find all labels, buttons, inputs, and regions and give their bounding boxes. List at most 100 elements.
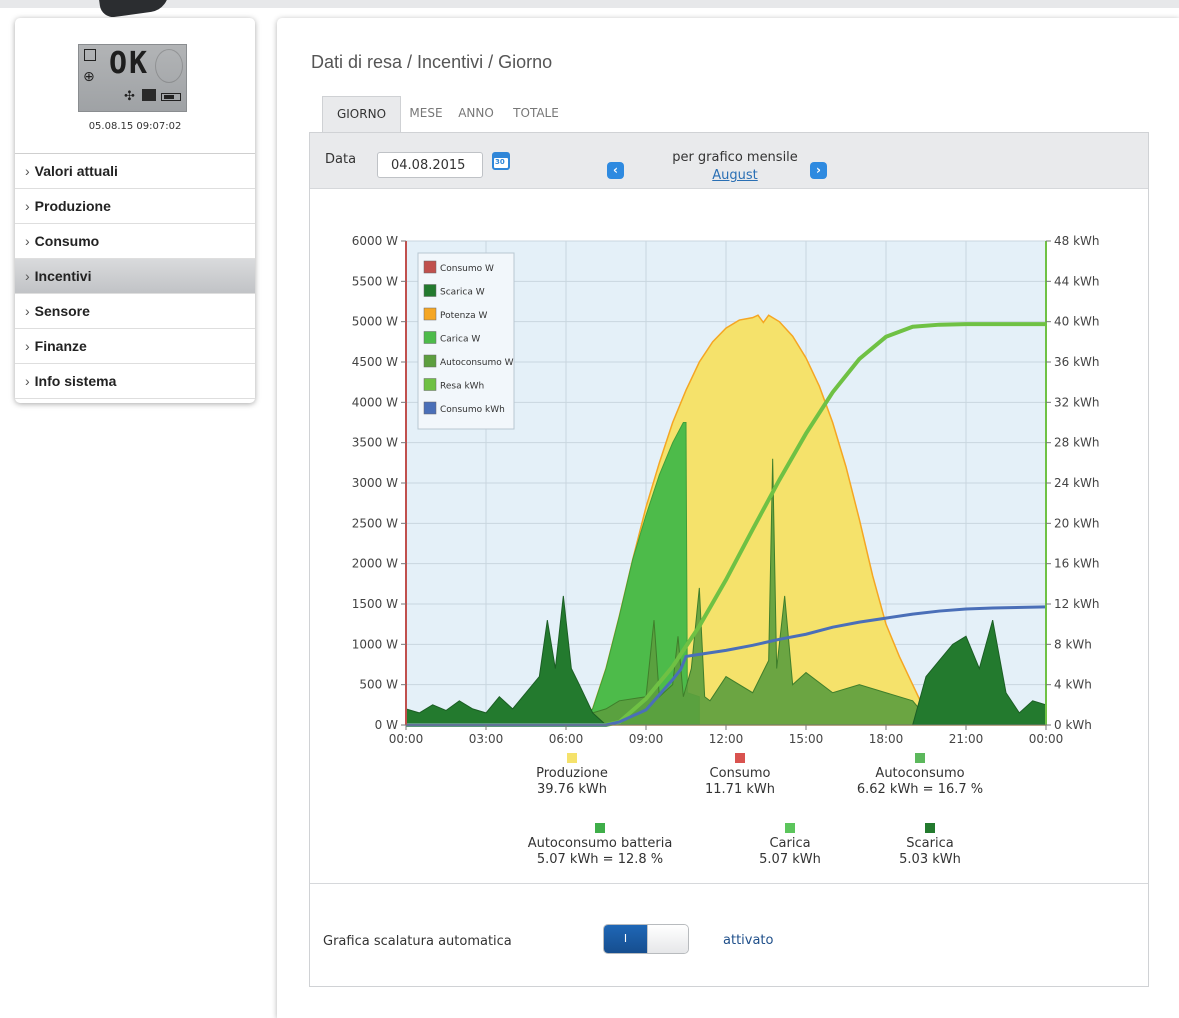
summary-swatch (567, 753, 577, 763)
y-left-tick-label: 5000 W (352, 315, 398, 329)
y-left-tick-label: 0 W (375, 718, 398, 732)
summary-label: Scarica (906, 836, 954, 851)
chart-legend-label: Autoconsumo W (440, 358, 514, 368)
month-link[interactable]: August (630, 168, 840, 183)
tab-mese[interactable]: MESE (401, 96, 451, 133)
monthly-chart-label: per grafico mensile (672, 150, 798, 165)
sidebar-menu: › Valori attuali › Produzione › Consumo › Incen… (15, 154, 255, 399)
y-right-tick-label: 12 kWh (1054, 597, 1100, 611)
chart-legend-swatch (423, 284, 437, 297)
summary-label: Consumo (709, 766, 771, 781)
chart-legend-swatch (423, 354, 437, 368)
sidebar-item-produzione[interactable]: › Produzione (15, 189, 255, 224)
autoscale-bar: Grafica scalatura automatica I attivato (310, 883, 1148, 986)
chevron-right-icon: › (25, 233, 30, 249)
sidebar-item-label: Sensore (34, 303, 90, 319)
summary-swatch (925, 823, 935, 833)
y-left-tick-label: 1000 W (352, 637, 398, 651)
y-right-tick-label: 28 kWh (1054, 436, 1100, 450)
device-photo-corner (98, 0, 172, 19)
chart-panel: Data 04.08.2015 ‹ per grafico mensile Au… (309, 132, 1149, 987)
y-left-tick-label: 1500 W (352, 597, 398, 611)
chart-legend-swatch (423, 260, 437, 274)
tab-anno[interactable]: ANNO (451, 96, 501, 133)
x-tick-label: 03:00 (469, 732, 504, 746)
chart-legend-swatch (423, 307, 437, 321)
lcd-clock-icon (155, 49, 183, 83)
sidebar-item-valori-attuali[interactable]: › Valori attuali (15, 154, 255, 189)
y-right-tick-label: 4 kWh (1054, 678, 1092, 692)
page-title: Dati di resa / Incentivi / Giorno (311, 52, 553, 72)
chevron-right-icon: › (25, 198, 30, 214)
x-tick-label: 15:00 (789, 732, 824, 746)
summary-label: Autoconsumo (875, 766, 965, 781)
chevron-right-icon: › (25, 163, 30, 179)
lcd-module-icon (142, 89, 156, 101)
sidebar-item-finanze[interactable]: › Finanze (15, 329, 255, 364)
fan-icon: ✣ (124, 89, 135, 104)
y-right-tick-label: 0 kWh (1054, 718, 1092, 732)
summary-swatch (785, 823, 795, 833)
summary-value: 5.03 kWh (899, 852, 961, 867)
sidebar-item-label: Info sistema (34, 373, 117, 389)
y-right-tick-label: 16 kWh (1054, 557, 1100, 571)
chevron-right-icon: › (25, 303, 30, 319)
date-input[interactable]: 04.08.2015 (377, 152, 483, 178)
x-tick-label: 21:00 (949, 732, 984, 746)
tab-totale[interactable]: TOTALE (501, 96, 571, 133)
lcd-chart-icon (84, 49, 96, 61)
sidebar: ⊕ OK ✣ 05.08.15 09:07:02 › Valori attuali… (15, 18, 255, 403)
main-content: Dati di resa / Incentivi / Giorno GIORNO… (277, 18, 1179, 1018)
y-right-tick-label: 36 kWh (1054, 355, 1100, 369)
chevron-right-icon: › (25, 338, 30, 354)
sidebar-item-sensore[interactable]: › Sensore (15, 294, 255, 329)
chart-legend-label: Resa kWh (440, 382, 484, 392)
summary-value: 5.07 kWh = 12.8 % (536, 852, 664, 867)
device-lcd: ⊕ OK ✣ (78, 44, 187, 112)
sidebar-item-label: Consumo (34, 233, 100, 249)
sidebar-item-label: Finanze (34, 338, 87, 354)
battery-icon (161, 93, 181, 101)
y-right-tick-label: 32 kWh (1054, 395, 1100, 409)
summary-label: Produzione (536, 766, 608, 781)
device-timestamp: 05.08.15 09:07:02 (88, 121, 182, 132)
filter-bar: Data 04.08.2015 ‹ per grafico mensile Au… (310, 133, 1148, 189)
summary-item: Scarica 5.03 kWh (840, 823, 1020, 868)
y-left-tick-label: 6000 W (352, 234, 398, 248)
y-left-tick-label: 5500 W (352, 274, 398, 288)
chart-legend-label: Consumo W (440, 264, 494, 274)
tab-giorno[interactable]: GIORNO (322, 96, 401, 133)
y-left-tick-label: 500 W (359, 678, 398, 692)
x-tick-label: 00:00 (1029, 732, 1064, 746)
chevron-right-icon[interactable]: › (810, 162, 827, 179)
y-left-tick-label: 3500 W (352, 436, 398, 450)
y-right-tick-label: 24 kWh (1054, 476, 1100, 490)
sidebar-item-consumo[interactable]: › Consumo (15, 224, 255, 259)
summary-item: Autoconsumo batteria 5.07 kWh = 12.8 % (510, 823, 690, 868)
sidebar-item-info-sistema[interactable]: › Info sistema (15, 364, 255, 399)
x-tick-label: 12:00 (709, 732, 744, 746)
x-tick-label: 00:00 (389, 732, 424, 746)
summary-item: Consumo 11.71 kWh (650, 753, 830, 798)
chart-legend-swatch (423, 331, 437, 344)
summary-item: Autoconsumo 6.62 kWh = 16.7 % (830, 753, 1010, 798)
y-left-tick-label: 3000 W (352, 476, 398, 490)
chevron-right-icon: › (25, 373, 30, 389)
y-right-tick-label: 8 kWh (1054, 637, 1092, 651)
calendar-icon[interactable] (492, 152, 510, 170)
summary-value: 39.76 kWh (537, 782, 607, 797)
y-right-tick-label: 48 kWh (1054, 234, 1100, 248)
sidebar-item-incentivi[interactable]: › Incentivi (15, 259, 255, 294)
x-tick-label: 09:00 (629, 732, 664, 746)
y-left-tick-label: 4000 W (352, 395, 398, 409)
autoscale-label: Grafica scalatura automatica (323, 934, 512, 949)
chevron-left-icon[interactable]: ‹ (607, 162, 624, 179)
autoscale-toggle[interactable]: I (603, 924, 689, 954)
date-label: Data (325, 152, 357, 167)
summary-swatch (915, 753, 925, 763)
monthly-chart-nav: per grafico mensile August (630, 133, 840, 189)
y-right-tick-label: 44 kWh (1054, 274, 1100, 288)
sidebar-item-label: Valori attuali (34, 163, 118, 179)
chart-legend-label: Consumo kWh (440, 405, 505, 415)
chart-legend-swatch (423, 378, 437, 391)
